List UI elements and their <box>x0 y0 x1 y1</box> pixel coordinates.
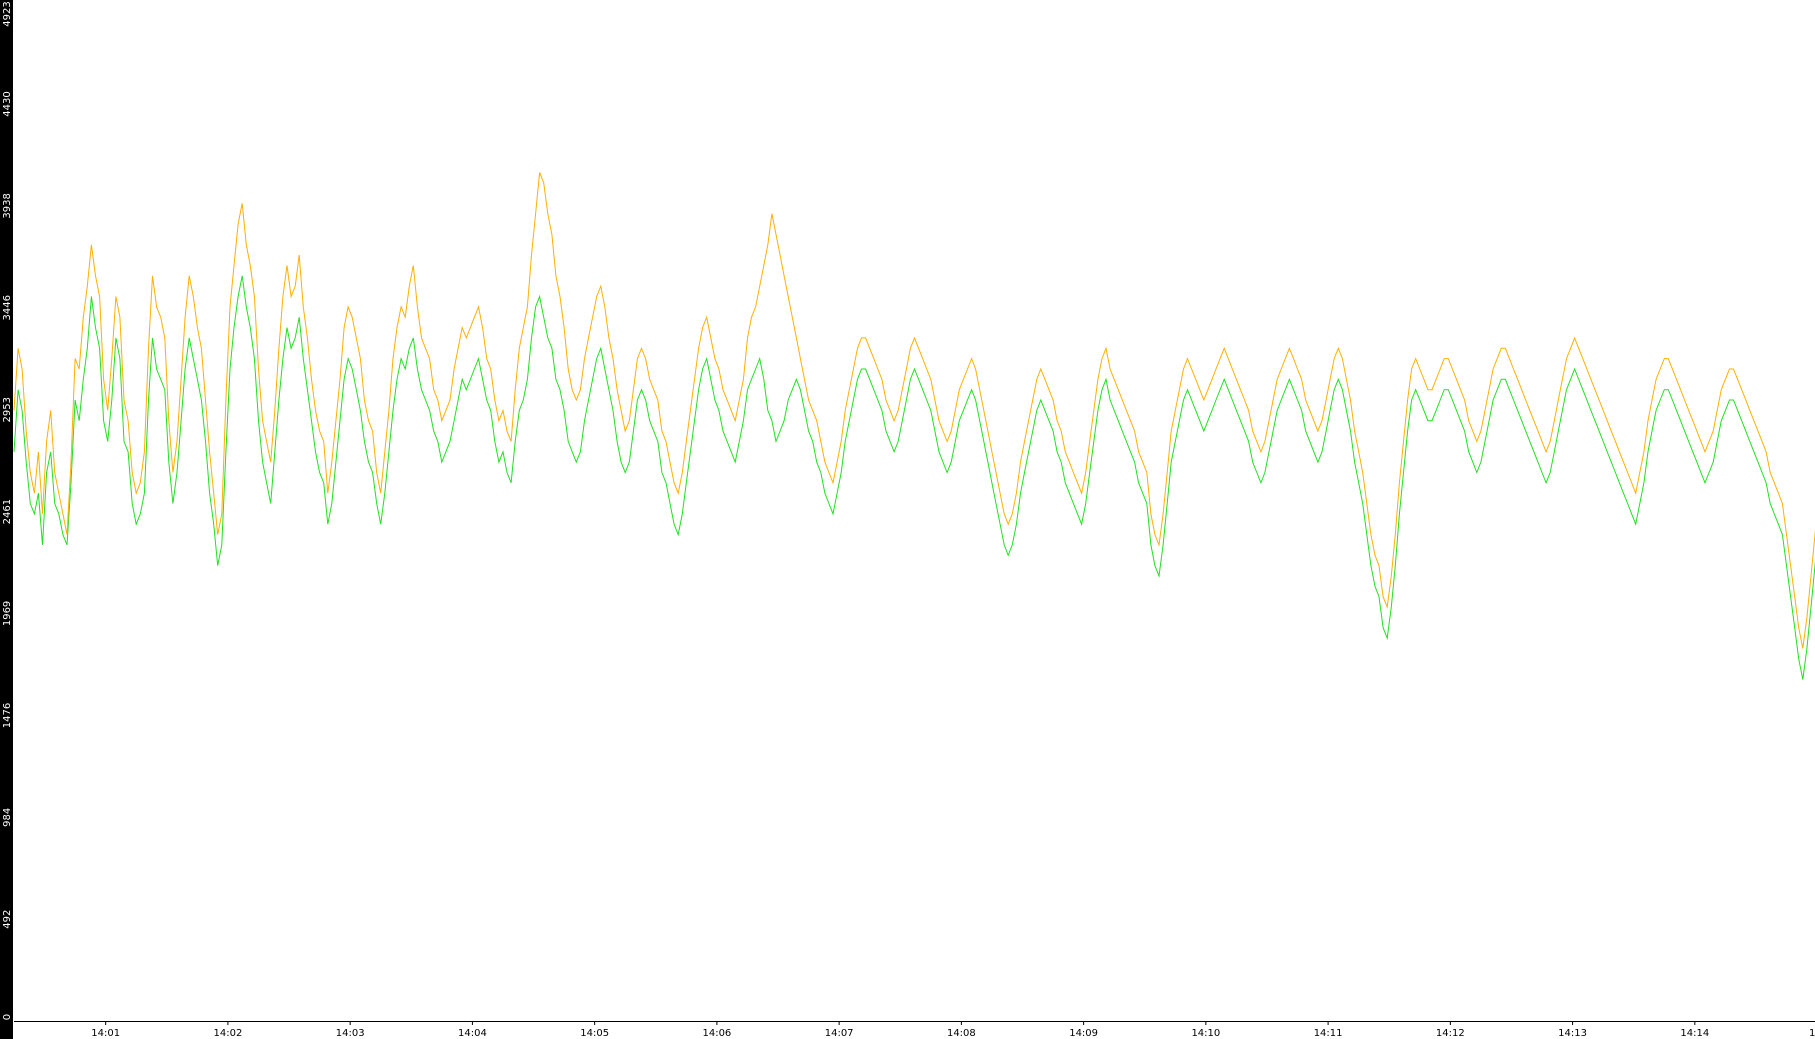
x-tick-label: 14:08 <box>947 1028 976 1039</box>
y-tick-label: 1476 <box>2 703 13 728</box>
x-tick-label: 14:03 <box>336 1028 365 1039</box>
series-0 <box>13 275 1815 680</box>
y-tick-label: 3938 <box>2 193 13 218</box>
chart-canvas: 0 492 984 1476 1969 2461 2953 3446 3938 4430 4923 1… <box>0 0 1815 1039</box>
x-tick-label: 14:02 <box>214 1028 243 1039</box>
y-tick-label: 4923 <box>2 1 13 26</box>
x-tick-label: 14:13 <box>1558 1028 1587 1039</box>
y-tick-label: 4430 <box>2 91 13 116</box>
y-tick-label: 2461 <box>2 499 13 524</box>
y-tick-label: 1969 <box>2 601 13 626</box>
series-line-0 <box>13 275 1815 680</box>
y-tick-label: 492 <box>2 910 13 929</box>
x-tick-label: 14:12 <box>1436 1028 1465 1039</box>
x-tick-label: 14:14 <box>1680 1028 1709 1039</box>
y-tick-label: 0 <box>2 1014 13 1020</box>
x-tick-label: 14:06 <box>702 1028 731 1039</box>
x-tick-label: 14:10 <box>1191 1028 1220 1039</box>
series-1 <box>13 172 1815 649</box>
x-tick-label: 14: <box>1809 1028 1815 1039</box>
x-tick-label: 14:01 <box>91 1028 120 1039</box>
x-tick-label: 14:04 <box>458 1028 487 1039</box>
x-tick-label: 14:09 <box>1069 1028 1098 1039</box>
y-tick-label: 984 <box>2 808 13 827</box>
x-tick-label: 14:05 <box>580 1028 609 1039</box>
chart: 0 492 984 1476 1969 2461 2953 3446 3938 4430 4923 1… <box>0 0 1815 1039</box>
y-tick-label: 3446 <box>2 295 13 320</box>
series-line-1 <box>13 172 1815 649</box>
x-tick-label: 14:11 <box>1314 1028 1343 1039</box>
y-tick-label: 2953 <box>2 397 13 422</box>
x-tick-label: 14:07 <box>825 1028 854 1039</box>
